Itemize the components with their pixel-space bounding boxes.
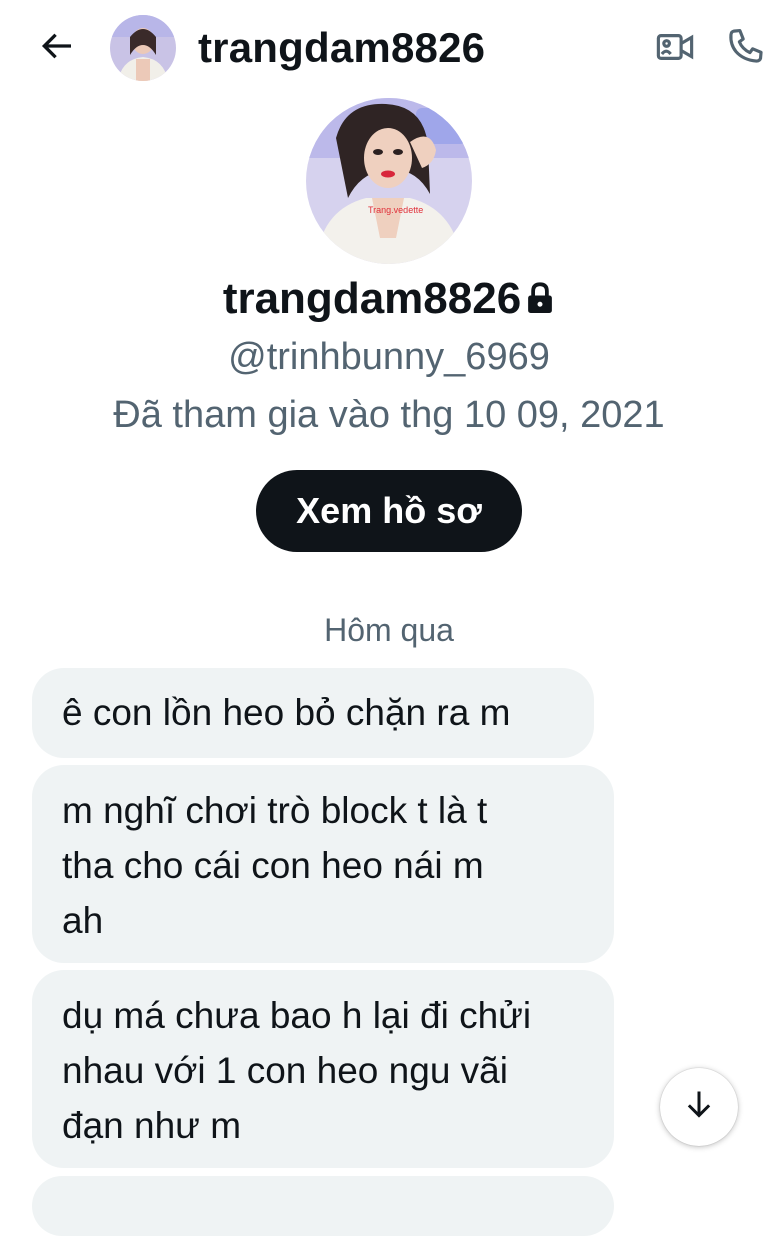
avatar-watermark: Trang.vedette [368, 205, 423, 215]
video-call-icon [654, 26, 696, 73]
arrow-left-icon [36, 26, 76, 71]
avatar[interactable] [110, 15, 176, 81]
display-name-text: trangdam8826 [222, 274, 522, 323]
message-line: m nghĩ chơi trò block t là t [62, 790, 488, 831]
day-separator: Hôm qua [324, 612, 454, 648]
arrow-down-icon [681, 1087, 717, 1128]
message-line: ê con lồn heo bỏ chặn ra m [62, 692, 511, 733]
conversation-title: trangdam8826 [198, 24, 486, 71]
scroll-to-bottom-button[interactable] [660, 1068, 738, 1146]
message-line: nhau với 1 con heo ngu vãi [62, 1050, 508, 1091]
conversation-header: trangdam8826 [0, 0, 778, 100]
profile-display-name: trangdam8826 [0, 270, 778, 330]
back-button[interactable] [30, 22, 82, 74]
view-profile-button[interactable]: Xem hồ sơ [256, 470, 522, 552]
phone-call-icon [725, 25, 767, 72]
message-bubble[interactable]: m nghĩ chơi trò block t là t tha cho cái… [32, 765, 614, 963]
message-bubble[interactable]: dụ má chưa bao h lại đi chửi nhau với 1 … [32, 970, 614, 1168]
lock-icon [525, 272, 555, 330]
message-bubble[interactable]: ê con lồn heo bỏ chặn ra m [32, 668, 594, 758]
message-bubble-partial[interactable] [32, 1176, 614, 1236]
message-line: ah [62, 900, 104, 941]
phone-call-button[interactable] [720, 22, 772, 74]
message-line: dụ má chưa bao h lại đi chửi [62, 995, 532, 1036]
profile-avatar[interactable]: Trang.vedette [306, 98, 472, 264]
message-line: đạn như m [62, 1105, 242, 1146]
message-line: tha cho cái con heo nái m [62, 845, 484, 886]
profile-handle: @trinhbunny_6969 [228, 336, 550, 378]
profile-joined-date: Đã tham gia vào thg 10 09, 2021 [113, 394, 665, 436]
video-call-button[interactable] [650, 24, 700, 74]
